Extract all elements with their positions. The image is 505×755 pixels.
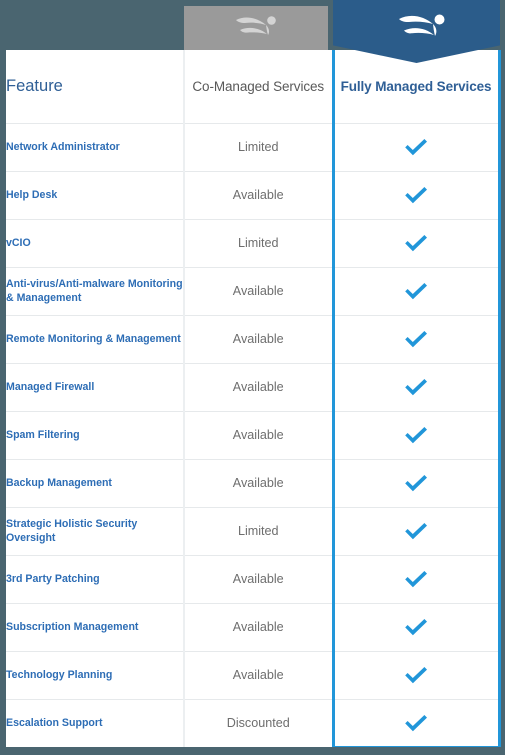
cell-fully-managed-value [331, 314, 501, 363]
cell-feature-name: Anti-virus/Anti-malware Monitoring & Man… [6, 266, 185, 315]
table-row: Remote Monitoring & Management Available [6, 314, 501, 363]
table-body: Network Administrator Limited Help Desk … [6, 122, 501, 749]
cell-fully-managed-value [331, 410, 501, 459]
table-row: Anti-virus/Anti-malware Monitoring & Man… [6, 266, 501, 315]
cell-co-managed-value: Available [184, 266, 333, 315]
table-header-row: Feature Co-Managed Services Fully Manage… [6, 50, 501, 123]
cell-feature-name: vCIO [6, 218, 185, 267]
table-row: Technology Planning Available [6, 650, 501, 699]
cell-feature-name: Help Desk [6, 170, 185, 219]
checkmark-icon [405, 571, 427, 588]
cell-co-managed-value: Available [184, 170, 333, 219]
cell-feature-name: Spam Filtering [6, 410, 185, 459]
checkmark-icon [405, 235, 427, 252]
cell-co-managed-value: Limited [184, 218, 333, 267]
cell-co-managed-value: Available [184, 554, 333, 603]
cell-fully-managed-value [331, 458, 501, 507]
page-background-bottom-edge [0, 747, 505, 755]
cell-fully-managed-value [331, 218, 501, 267]
table-row: vCIO Limited [6, 218, 501, 267]
cell-fully-managed-value [331, 362, 501, 411]
checkmark-icon [405, 475, 427, 492]
cell-feature-name: Subscription Management [6, 602, 185, 651]
cell-co-managed-value: Limited [184, 506, 333, 555]
services-comparison-table: Feature Co-Managed Services Fully Manage… [6, 50, 501, 749]
cell-co-managed-value: Available [184, 314, 333, 363]
cell-fully-managed-value [331, 650, 501, 699]
column-header-feature: Feature [6, 50, 185, 123]
cell-fully-managed-value [331, 266, 501, 315]
cell-feature-name: Strategic Holistic Security Oversight [6, 506, 185, 555]
column-header-co-managed-services: Co-Managed Services [184, 50, 333, 123]
checkmark-icon [405, 523, 427, 540]
checkmark-icon [405, 139, 427, 156]
table-row: Managed Firewall Available [6, 362, 501, 411]
cell-co-managed-value: Limited [184, 122, 333, 171]
wave-swimmer-logo-icon-gray [236, 16, 276, 35]
table-row: Strategic Holistic Security Oversight Li… [6, 506, 501, 555]
table-row: Escalation Support Discounted [6, 698, 501, 749]
wave-swimmer-logo-icon-white [399, 14, 445, 36]
cell-co-managed-value: Available [184, 362, 333, 411]
cell-fully-managed-value [331, 698, 501, 749]
cell-feature-name: Escalation Support [6, 698, 185, 747]
cell-feature-name: Remote Monitoring & Management [6, 314, 185, 363]
cell-feature-name: Backup Management [6, 458, 185, 507]
cell-feature-name: 3rd Party Patching [6, 554, 185, 603]
checkmark-icon [405, 283, 427, 300]
cell-fully-managed-value [331, 506, 501, 555]
table-header: Feature Co-Managed Services Fully Manage… [6, 50, 501, 123]
cell-feature-name: Technology Planning [6, 650, 185, 699]
cell-fully-managed-value [331, 602, 501, 651]
checkmark-icon [405, 619, 427, 636]
co-managed-banner-block [184, 6, 328, 50]
table-row: Network Administrator Limited [6, 122, 501, 171]
table-row: 3rd Party Patching Available [6, 554, 501, 603]
cell-fully-managed-value [331, 122, 501, 171]
cell-co-managed-value: Available [184, 602, 333, 651]
cell-feature-name: Network Administrator [6, 122, 185, 171]
cell-fully-managed-value [331, 554, 501, 603]
checkmark-icon [405, 427, 427, 444]
checkmark-icon [405, 379, 427, 396]
cell-co-managed-value: Available [184, 410, 333, 459]
column-header-fully-managed-services: Fully Managed Services [331, 50, 501, 123]
table-row: Spam Filtering Available [6, 410, 501, 459]
cell-co-managed-value: Available [184, 650, 333, 699]
checkmark-icon [405, 667, 427, 684]
cell-feature-name: Managed Firewall [6, 362, 185, 411]
cell-co-managed-value: Available [184, 458, 333, 507]
cell-co-managed-value: Discounted [184, 698, 333, 747]
table-row: Help Desk Available [6, 170, 501, 219]
cell-fully-managed-value [331, 170, 501, 219]
checkmark-icon [405, 331, 427, 348]
table-row: Subscription Management Available [6, 602, 501, 651]
table-row: Backup Management Available [6, 458, 501, 507]
checkmark-icon [405, 187, 427, 204]
checkmark-icon [405, 714, 427, 731]
